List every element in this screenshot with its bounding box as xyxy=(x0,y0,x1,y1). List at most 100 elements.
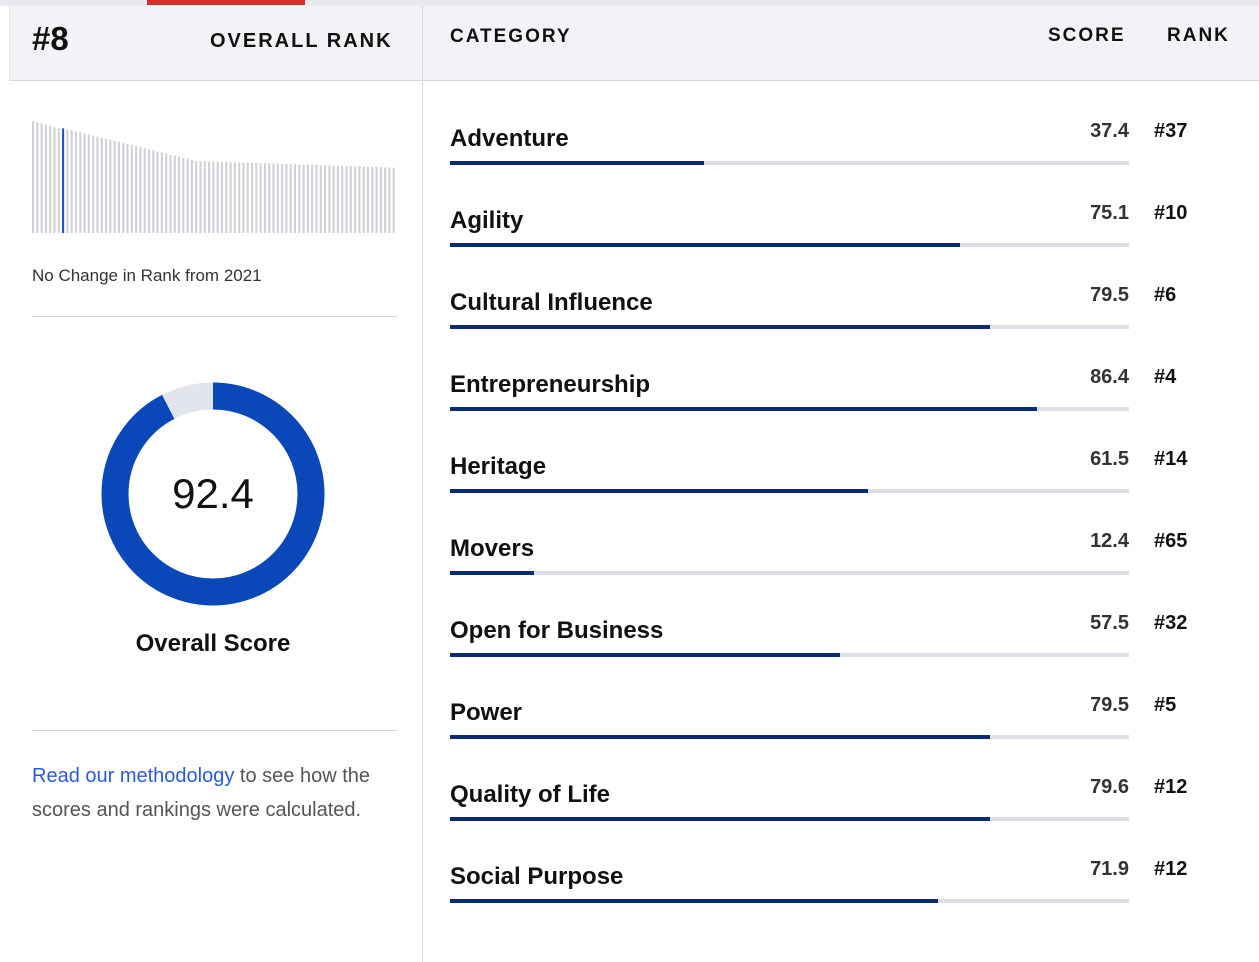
histogram-bar xyxy=(345,166,348,233)
histogram-bar xyxy=(36,122,39,233)
rank-distribution-histogram xyxy=(32,121,395,233)
category-name: Adventure xyxy=(450,125,569,152)
category-name: Power xyxy=(450,699,523,726)
score-bar-track xyxy=(450,161,1129,165)
category-score: 57.5 xyxy=(1090,612,1129,634)
histogram-bar xyxy=(242,162,245,233)
score-bar-track xyxy=(450,899,1129,903)
active-tab-indicator xyxy=(147,0,305,5)
overall-score-value: 92.4 xyxy=(172,470,254,517)
category-name: Entrepreneurship xyxy=(450,371,651,398)
histogram-bar xyxy=(341,165,344,233)
score-bar-track xyxy=(450,489,1129,493)
score-bar-track xyxy=(450,735,1129,739)
score-bar-fill xyxy=(450,243,960,247)
overall-rank-number: #8 xyxy=(32,20,69,57)
histogram-bar xyxy=(285,164,288,233)
histogram-bar xyxy=(152,150,155,233)
score-bar-fill xyxy=(450,325,990,329)
category-score: 37.4 xyxy=(1090,120,1129,142)
histogram-bar xyxy=(53,127,56,233)
histogram-bar xyxy=(233,162,236,233)
category-name: Heritage xyxy=(450,453,547,480)
category-name: Quality of Life xyxy=(450,781,611,808)
histogram-bar xyxy=(66,129,69,233)
histogram-bar xyxy=(302,164,305,233)
header-category: CATEGORY xyxy=(450,26,572,47)
histogram-bar xyxy=(281,163,284,233)
category-rank: #37 xyxy=(1154,120,1188,142)
histogram-bar xyxy=(83,133,86,233)
histogram-bar xyxy=(332,165,335,233)
histogram-bar xyxy=(388,167,391,233)
histogram-bar xyxy=(375,167,378,233)
score-bar-track xyxy=(450,571,1129,575)
category-score: 75.1 xyxy=(1090,202,1129,224)
histogram-bar xyxy=(311,164,314,233)
category-name: Cultural Influence xyxy=(450,289,653,316)
histogram-bar xyxy=(70,130,73,233)
score-bar-fill xyxy=(450,899,939,903)
histogram-bar xyxy=(117,141,120,233)
histogram-bar xyxy=(272,163,275,233)
category-row: Social Purpose 71.9 #12 xyxy=(450,858,1250,940)
histogram-bar xyxy=(216,161,219,233)
score-bar-fill xyxy=(450,571,535,575)
overall-rank-header: #8 OVERALL RANK xyxy=(9,6,423,81)
score-bar-track xyxy=(450,817,1129,821)
category-rank: #12 xyxy=(1154,858,1188,880)
histogram-bar xyxy=(156,151,159,233)
category-name: Open for Business xyxy=(450,617,664,644)
histogram-bar xyxy=(139,147,142,233)
histogram-bar xyxy=(169,154,172,233)
category-row: Quality of Life 79.6 #12 xyxy=(450,776,1250,858)
histogram-bar xyxy=(195,160,198,233)
histogram-bar xyxy=(32,121,35,233)
histogram-bar xyxy=(79,132,82,233)
category-row: Heritage 61.5 #14 xyxy=(450,448,1250,530)
methodology-link[interactable]: Read our methodology xyxy=(32,765,234,787)
histogram-bar xyxy=(259,163,262,233)
histogram-bar xyxy=(130,145,133,233)
histogram-bar xyxy=(208,161,211,233)
score-bar-fill xyxy=(450,489,868,493)
category-rank: #12 xyxy=(1154,776,1188,798)
histogram-bar xyxy=(293,164,297,233)
score-bar-track xyxy=(450,243,1129,247)
score-bar-fill xyxy=(450,735,990,739)
category-score: 12.4 xyxy=(1090,530,1129,552)
histogram-bar xyxy=(40,123,43,233)
histogram-bar xyxy=(371,166,374,233)
category-score: 79.6 xyxy=(1090,776,1129,798)
histogram-bar xyxy=(212,161,215,233)
histogram-bar xyxy=(315,165,318,233)
histogram-bar xyxy=(354,166,357,233)
histogram-bar xyxy=(186,158,189,233)
histogram-bar xyxy=(366,166,370,233)
category-score: 61.5 xyxy=(1090,448,1129,470)
histogram-bar xyxy=(229,162,232,233)
category-row: Cultural Influence 79.5 #6 xyxy=(450,284,1250,366)
histogram-bar xyxy=(349,166,352,233)
histogram-bar xyxy=(173,155,176,233)
histogram-bar xyxy=(306,164,309,233)
histogram-bar xyxy=(109,139,112,233)
score-bar-track xyxy=(450,325,1129,329)
category-rank: #32 xyxy=(1154,612,1188,634)
score-bar-fill xyxy=(450,407,1037,411)
histogram-bar xyxy=(135,146,138,233)
histogram-bar xyxy=(392,167,395,233)
histogram-bar xyxy=(246,162,249,233)
histogram-bar xyxy=(160,152,163,233)
histogram-bar-highlight xyxy=(62,128,65,233)
score-bar-fill xyxy=(450,653,841,657)
histogram-bar xyxy=(87,134,90,233)
category-rank: #5 xyxy=(1154,694,1177,716)
category-name: Movers xyxy=(450,535,535,562)
histogram-bar xyxy=(276,163,279,233)
histogram-bar xyxy=(238,162,241,233)
category-rank: #4 xyxy=(1154,366,1177,388)
category-rank: #14 xyxy=(1154,448,1188,470)
histogram-bar xyxy=(324,165,327,233)
header-score: SCORE xyxy=(1048,25,1126,46)
